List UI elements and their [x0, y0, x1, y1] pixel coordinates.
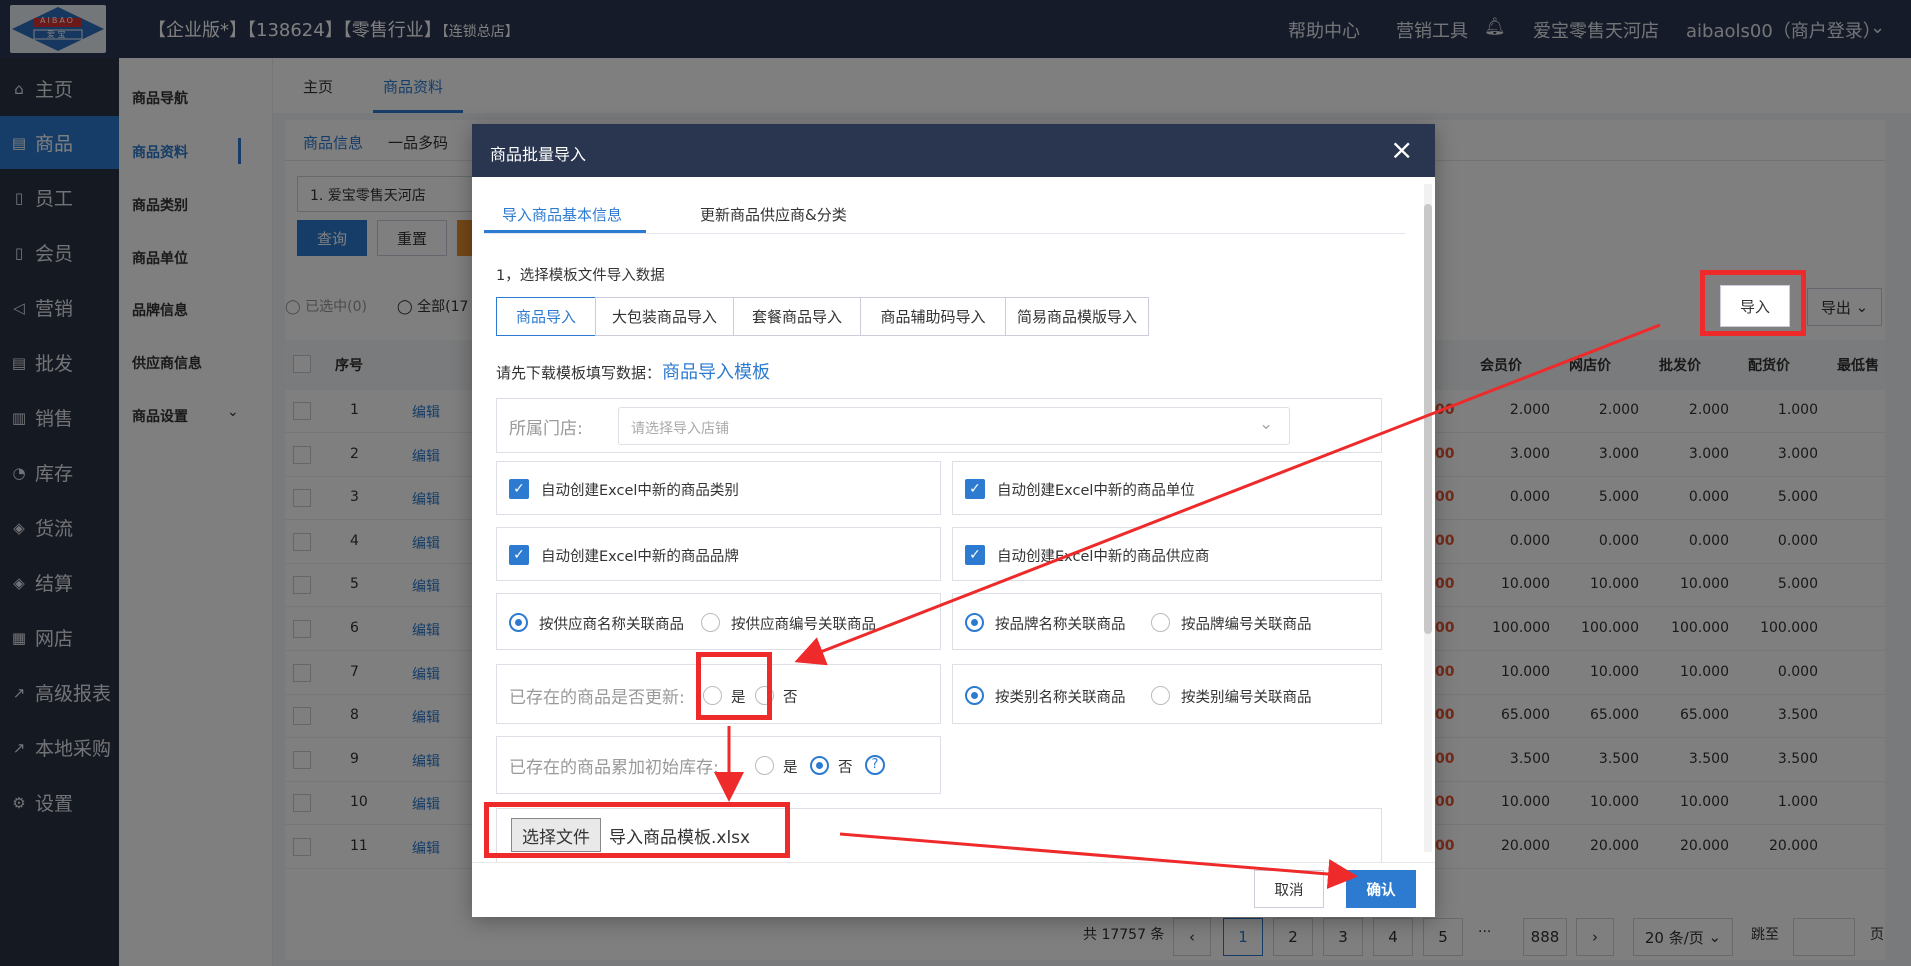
annotation-arrows [714, 323, 1661, 889]
arrow-to-update-yes [794, 323, 1661, 666]
arrow-to-confirm [839, 832, 1358, 889]
